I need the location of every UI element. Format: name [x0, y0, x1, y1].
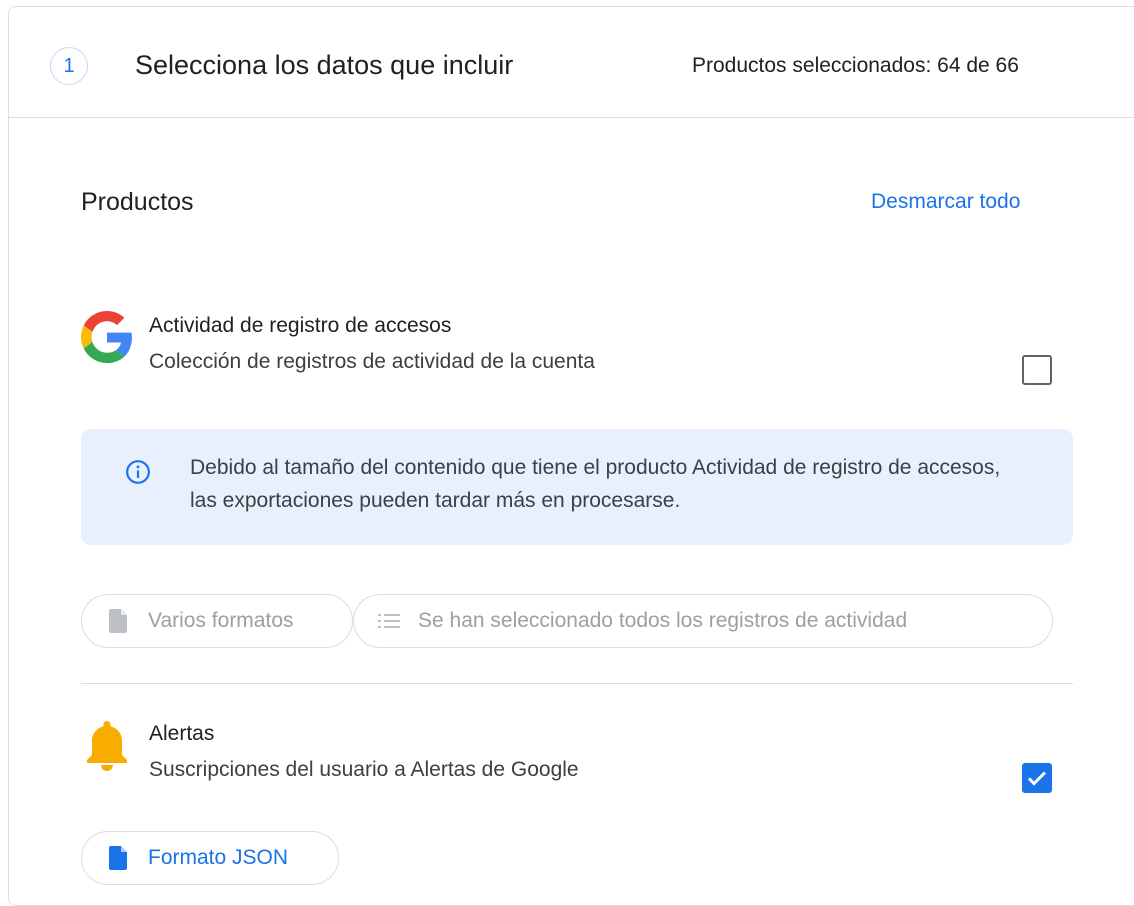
bell-icon: [87, 721, 127, 771]
chip-label: Formato JSON: [148, 846, 289, 869]
checkmark-icon: [1027, 771, 1047, 786]
activity-logs-chip[interactable]: Se han seleccionado todos los registros …: [353, 594, 1053, 648]
product-name: Actividad de registro de accesos: [149, 314, 452, 337]
chip-label: Se han seleccionado todos los registros …: [418, 609, 908, 632]
step-title: Selecciona los datos que incluir: [135, 50, 514, 80]
step-header[interactable]: 1 Selecciona los datos que incluir Produ…: [9, 7, 1134, 118]
product-divider: [81, 683, 1073, 684]
product-checkbox-access-log-activity[interactable]: [1022, 355, 1052, 385]
google-logo-icon: [81, 311, 132, 363]
info-icon: [126, 460, 150, 484]
selected-products-count: Productos seleccionados: 64 de 66: [692, 54, 1019, 77]
format-chip-json[interactable]: Formato JSON: [81, 831, 339, 885]
product-checkbox-alerts[interactable]: [1022, 763, 1052, 793]
step-number-badge: 1: [50, 47, 88, 85]
chip-label: Varios formatos: [148, 609, 294, 632]
export-step-card: 1 Selecciona los datos que incluir Produ…: [8, 6, 1134, 906]
file-icon: [109, 609, 127, 633]
product-name: Alertas: [149, 722, 215, 745]
format-chip-multiple-formats[interactable]: Varios formatos: [81, 594, 353, 648]
list-icon: [378, 614, 400, 628]
product-description: Colección de registros de actividad de l…: [149, 350, 595, 373]
product-description: Suscripciones del usuario a Alertas de G…: [149, 758, 579, 781]
info-banner: Debido al tamaño del contenido que tiene…: [81, 429, 1073, 545]
info-message: Debido al tamaño del contenido que tiene…: [190, 456, 1001, 512]
file-icon: [109, 846, 127, 870]
products-heading: Productos: [81, 188, 194, 216]
deselect-all-button[interactable]: Desmarcar todo: [871, 187, 1020, 217]
